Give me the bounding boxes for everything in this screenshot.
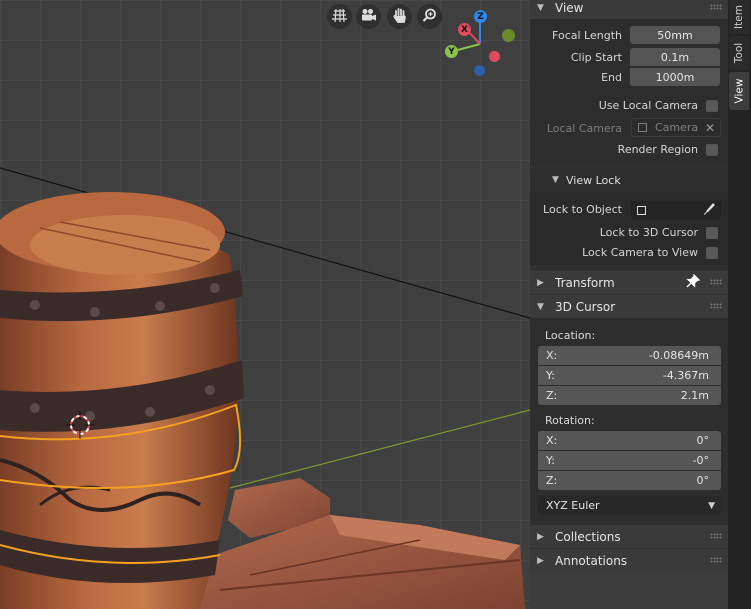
transform-panel-title: Transform [555,275,615,290]
axis-label: X: [546,434,558,447]
x-axis-handle[interactable]: X [458,23,471,36]
zoom-icon [422,8,437,26]
sidebar-tabs: Item Tool View [728,0,751,609]
location-label: Location: [545,329,596,342]
properties-sidebar: ▼ View Focal Length 50mm Clip Start 0.1m… [530,0,728,609]
focal-length-label: Focal Length [552,29,622,42]
clip-start-field[interactable]: 0.1m [630,48,720,66]
lock-camera-checkbox[interactable] [706,247,718,259]
clip-start-label: Clip Start [570,51,622,64]
rotation-label: Rotation: [545,414,595,427]
view-lock-body: Lock to Object Lock to 3D Cursor Lock Ca… [530,193,728,265]
object-icon [637,206,646,215]
lock-to-cursor-checkbox[interactable] [706,227,718,239]
chevron-down-icon: ▼ [708,500,715,511]
lock-to-object-field[interactable] [631,201,721,220]
use-local-camera-checkbox[interactable] [706,100,718,112]
y-axis-line [229,409,530,489]
neg-z-axis-handle[interactable] [474,65,485,76]
local-camera-value: Camera [655,121,699,134]
lock-to-object-label: Lock to Object [543,203,622,216]
zoom-view-button[interactable] [417,4,442,29]
drag-grip-icon[interactable] [710,557,722,563]
lock-camera-label: Lock Camera to View [582,246,698,259]
toggle-ortho-button[interactable] [327,4,352,29]
local-camera-label: Local Camera [546,122,622,135]
rotation-x-field[interactable]: X: 0° [538,431,721,450]
drag-grip-icon[interactable] [710,279,722,285]
rotation-mode-value: XYZ Euler [546,499,600,512]
annotations-panel-header[interactable]: ▶ Annotations [530,549,728,572]
view-lock-title: View Lock [566,174,621,187]
cursor-panel-title: 3D Cursor [555,299,616,314]
eyedropper-icon[interactable] [704,202,716,219]
drag-grip-icon[interactable] [710,4,722,10]
lock-to-cursor-label: Lock to 3D Cursor [599,226,698,239]
clip-end-field[interactable]: 1000m [630,68,720,86]
axis-label: Z: [546,474,558,487]
collapse-arrow-icon: ▼ [537,2,544,13]
transform-panel-header[interactable]: ▶ Transform [530,271,728,294]
drag-grip-icon[interactable] [710,533,722,539]
hand-pan-icon [393,7,407,26]
collections-panel-title: Collections [555,529,621,544]
cursor-panel-header[interactable]: ▼ 3D Cursor [530,295,728,318]
axis-label: Y: [546,369,555,382]
3d-viewport[interactable]: Z Y X [0,0,530,609]
focal-length-field[interactable]: 50mm [630,26,720,44]
z-axis-handle[interactable]: Z [474,10,487,23]
clip-end-label: End [601,71,622,84]
camera-view-icon [361,8,377,25]
location-z-value: 2.1m [680,389,709,402]
camera-view-button[interactable] [356,4,381,29]
rotation-y-value: -0° [692,454,709,467]
collections-panel-header[interactable]: ▶ Collections [530,525,728,548]
tab-view[interactable]: View [729,72,749,110]
local-camera-field[interactable]: Camera ✕ [631,118,721,137]
rotation-y-field[interactable]: Y: -0° [538,451,721,470]
view-panel-body: Focal Length 50mm Clip Start 0.1m End 10… [530,19,728,165]
grid-view-icon [332,8,347,26]
view-panel-title: View [555,0,584,15]
view-lock-header[interactable]: ▼ View Lock [530,169,728,193]
sidebar-empty-area [530,572,728,609]
expand-arrow-icon: ▶ [537,531,544,542]
location-x-value: -0.08649m [648,349,709,362]
wooden-barrel [0,192,244,609]
pin-icon[interactable] [686,273,701,291]
tab-item[interactable]: Item [729,0,749,34]
axis-label: Z: [546,389,558,402]
rotation-x-value: 0° [696,434,710,447]
render-region-label: Render Region [617,143,698,156]
camera-object-icon [638,123,647,132]
render-region-checkbox[interactable] [706,144,718,156]
navigation-gizmo[interactable]: Z Y X [440,4,525,84]
neg-y-axis-handle[interactable] [502,29,515,42]
cursor-panel-body: Location: X: -0.08649m Y: -4.367m Z: 2.1… [530,318,728,522]
neg-x-axis-handle[interactable] [489,51,500,62]
location-y-value: -4.367m [662,369,709,382]
rotation-mode-dropdown[interactable]: XYZ Euler ▼ [538,496,721,515]
tab-tool[interactable]: Tool [729,36,749,70]
pan-view-button[interactable] [387,4,412,29]
axis-label: Y: [546,454,555,467]
drag-grip-icon[interactable] [710,303,722,309]
location-z-field[interactable]: Z: 2.1m [538,386,721,405]
axis-label: X: [546,349,558,362]
clear-icon[interactable]: ✕ [705,121,715,135]
annotations-panel-title: Annotations [555,553,628,568]
location-x-field[interactable]: X: -0.08649m [538,346,721,365]
scene-render [0,167,530,609]
use-local-camera-label: Use Local Camera [598,99,698,112]
location-y-field[interactable]: Y: -4.367m [538,366,721,385]
collapse-arrow-icon: ▼ [537,301,544,312]
view-panel-header[interactable]: ▼ View [530,0,728,19]
collapse-arrow-icon: ▼ [552,175,559,185]
wooden-planks [190,478,525,609]
rotation-z-value: 0° [696,474,710,487]
expand-arrow-icon: ▶ [537,555,544,566]
rotation-z-field[interactable]: Z: 0° [538,471,721,490]
y-axis-handle[interactable]: Y [445,45,458,58]
expand-arrow-icon: ▶ [537,277,544,288]
